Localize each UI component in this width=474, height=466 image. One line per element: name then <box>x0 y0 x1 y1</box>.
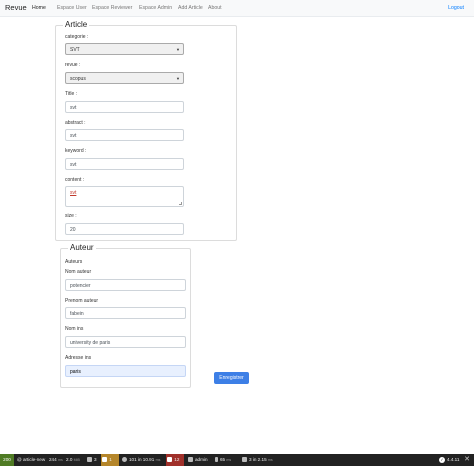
cache-icon <box>122 457 127 463</box>
toolbar-route[interactable]: @ article-new <box>17 454 45 466</box>
title-value: svt <box>70 105 77 111</box>
toolbar-cache[interactable]: 101 in 10.91 ms <box>122 454 160 466</box>
cache-unit: ms <box>155 458 161 462</box>
toolbar-logs[interactable]: 1 <box>101 454 119 466</box>
chevron-down-icon: ▼ <box>176 47 180 52</box>
db-unit: ms <box>267 458 273 462</box>
logs-count: 1 <box>109 457 112 462</box>
brand-logo[interactable]: Revue <box>5 3 27 12</box>
memory-value: 2.0 <box>66 457 73 462</box>
revue-select[interactable]: scopus ▼ <box>65 72 184 84</box>
categorie-select[interactable]: SVT ▼ <box>65 43 184 55</box>
toolbar-errors[interactable]: 12 <box>166 454 184 466</box>
size-input[interactable]: 20 <box>65 223 184 235</box>
nav-about[interactable]: About <box>208 5 222 11</box>
title-label: Title : <box>65 91 78 97</box>
adresse-ins-input[interactable]: paris <box>65 365 186 377</box>
symfony-icon: ✓ <box>439 456 445 463</box>
keyword-label: keyword : <box>65 148 87 154</box>
adresse-ins-value: paris <box>70 369 81 375</box>
nav-espace-reviewer[interactable]: Espace Reviewer <box>92 5 132 11</box>
twig-unit: ms <box>226 458 232 462</box>
time-unit: ms <box>57 458 63 462</box>
revue-selected-value: scopus <box>70 76 86 82</box>
errors-count: 12 <box>174 457 180 462</box>
debug-toolbar: 200 @ article-new 244 ms 2.0 MiB 3 1 101… <box>0 454 474 466</box>
close-icon[interactable]: ✕ <box>464 454 470 466</box>
chevron-down-icon: ▼ <box>176 76 180 81</box>
nav-espace-user[interactable]: Espace User <box>57 5 87 11</box>
revue-label: revue : <box>65 62 81 68</box>
prenom-auteur-value: fabein <box>70 311 84 317</box>
status-badge[interactable]: 200 <box>0 454 14 466</box>
nom-ins-input[interactable]: university de paris <box>65 336 186 348</box>
toolbar-version[interactable]: ✓ 4.4.11 <box>439 454 459 466</box>
log-icon <box>102 457 108 463</box>
logout-link[interactable]: Logout <box>448 5 464 11</box>
nom-ins-value: university de paris <box>70 340 111 346</box>
nom-ins-label: Nom ins <box>65 326 84 332</box>
route-text: article-new <box>22 457 46 462</box>
nom-auteur-label: Nom auteur <box>65 269 92 275</box>
resize-handle-icon[interactable] <box>179 202 182 205</box>
cache-value: 101 in 10.91 <box>129 457 155 462</box>
toolbar-time[interactable]: 244 ms <box>49 454 63 466</box>
toolbar-forms[interactable]: 3 <box>87 454 97 466</box>
user-name: admin <box>195 457 208 462</box>
abstract-value: svt <box>70 133 77 139</box>
toolbar-user[interactable]: admin <box>188 454 208 466</box>
user-icon <box>188 457 193 463</box>
content-textarea[interactable]: svt <box>65 186 184 207</box>
version-text: 4.4.11 <box>447 457 460 462</box>
db-value: 3 in 2.15 <box>249 457 267 462</box>
nav-add-article[interactable]: Add Article <box>178 5 203 11</box>
prenom-auteur-label: Prenom auteur <box>65 298 99 304</box>
keyword-input[interactable]: svt <box>65 158 184 170</box>
auteurs-heading: Auteurs <box>65 259 83 265</box>
abstract-input[interactable]: svt <box>65 129 184 141</box>
categorie-selected-value: SVT <box>70 47 80 53</box>
enregistrer-button[interactable]: Enregistrer <box>214 372 249 384</box>
database-icon <box>242 457 247 463</box>
top-navbar: Revue Home Espace User Espace Reviewer E… <box>0 0 474 17</box>
article-legend: Article <box>63 20 90 29</box>
form-icon <box>87 457 92 463</box>
memory-unit: MiB <box>73 458 80 462</box>
nom-auteur-value: potencier <box>70 283 91 289</box>
forms-count: 3 <box>94 457 97 462</box>
nav-home[interactable]: Home <box>32 5 46 11</box>
adresse-ins-label: Adresse ins <box>65 355 92 361</box>
title-input[interactable]: svt <box>65 101 184 113</box>
content-label: content : <box>65 177 85 183</box>
time-value: 244 <box>49 457 57 462</box>
twig-value: 65 <box>220 457 226 462</box>
nav-espace-admin[interactable]: Espace Admin <box>139 5 172 11</box>
toolbar-memory[interactable]: 2.0 MiB <box>66 454 80 466</box>
prenom-auteur-input[interactable]: fabein <box>65 307 186 319</box>
size-label: size : <box>65 213 77 219</box>
translation-icon <box>167 457 173 463</box>
abstract-label: abstract : <box>65 120 86 126</box>
auteur-legend: Auteur <box>68 243 96 252</box>
keyword-value: svt <box>70 162 77 168</box>
content-value: svt <box>70 190 77 196</box>
size-value: 20 <box>70 227 76 233</box>
toolbar-twig[interactable]: 65 ms <box>215 454 231 466</box>
twig-icon <box>215 457 218 463</box>
toolbar-db[interactable]: 3 in 2.15 ms <box>242 454 273 466</box>
categorie-label: categorie : <box>65 34 89 40</box>
nom-auteur-input[interactable]: potencier <box>65 279 186 291</box>
